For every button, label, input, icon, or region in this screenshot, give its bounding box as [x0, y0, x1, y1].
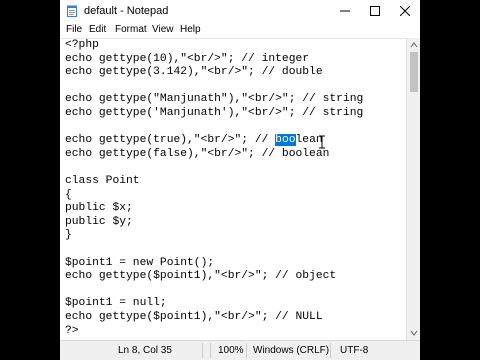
code-line: echo gettype('Manjunath'),"<br/>"; // st…	[65, 107, 364, 119]
code-line: echo gettype("Manjunath"),"<br/>"; // st…	[65, 93, 364, 106]
notepad-icon	[67, 5, 77, 17]
code-line: }	[65, 229, 72, 242]
status-divider	[330, 343, 331, 358]
maximize-icon	[370, 6, 380, 16]
code-line: echo gettype($point1),"<br/>"; // object	[65, 270, 337, 283]
minimize-button[interactable]	[330, 0, 360, 22]
menu-view[interactable]: View	[152, 24, 174, 36]
code-text: echo gettype(true),"<br/>"; //	[65, 134, 276, 147]
scrollbar-thumb[interactable]	[410, 52, 418, 92]
code-line: public $x;	[65, 202, 133, 215]
code-line: echo gettype($point1),"<br/>"; // NULL	[65, 311, 323, 323]
text-selection[interactable]: boo	[275, 134, 296, 147]
code-line: echo gettype(false),"<br/>"; // boolean	[65, 147, 330, 160]
notepad-window: default - Notepad File Edit Format View …	[60, 0, 420, 360]
scroll-down-icon[interactable]	[410, 329, 418, 337]
maximize-button[interactable]	[360, 0, 390, 22]
menu-bar: File Edit Format View Help	[60, 22, 420, 38]
menu-format[interactable]: Format	[115, 24, 147, 36]
title-bar[interactable]: default - Notepad	[60, 0, 420, 22]
line-ending: Windows (CRLF)	[253, 345, 330, 356]
status-divider	[246, 343, 247, 358]
code-line-selected: echo gettype(true),"<br/>"; // boolean	[65, 134, 323, 148]
vertical-scrollbar[interactable]	[406, 38, 420, 340]
minimize-icon	[340, 10, 350, 12]
code-line: public $y;	[65, 215, 133, 228]
code-line: echo gettype(3.142),"<br/>"; // double	[65, 66, 323, 79]
code-line: class Point	[65, 175, 140, 187]
window-title: default - Notepad	[84, 5, 169, 17]
code-line: echo gettype(10),"<br/>"; // integer	[65, 52, 310, 65]
menu-help[interactable]: Help	[180, 24, 201, 36]
zoom-level: 100%	[218, 345, 244, 356]
status-bar: Ln 8, Col 35 100% Windows (CRLF) UTF-8	[60, 340, 420, 360]
menu-file[interactable]: File	[66, 24, 82, 36]
close-button[interactable]	[390, 0, 420, 22]
code-line: {	[65, 188, 72, 201]
status-divider	[210, 343, 211, 358]
code-line: $point1 = null;	[65, 297, 167, 310]
menu-edit[interactable]: Edit	[89, 24, 106, 36]
code-line: <?php	[65, 39, 99, 51]
code-line: ?>	[65, 324, 79, 337]
encoding: UTF-8	[340, 345, 369, 356]
code-line: $point1 = new Point();	[65, 256, 215, 269]
status-divider	[202, 343, 203, 358]
scroll-up-icon[interactable]	[410, 41, 418, 49]
text-cursor-icon	[319, 135, 325, 149]
text-editor[interactable]: <?php echo gettype(10),"<br/>"; // integ…	[60, 38, 406, 341]
close-icon	[400, 6, 410, 16]
cursor-position: Ln 8, Col 35	[118, 345, 172, 356]
